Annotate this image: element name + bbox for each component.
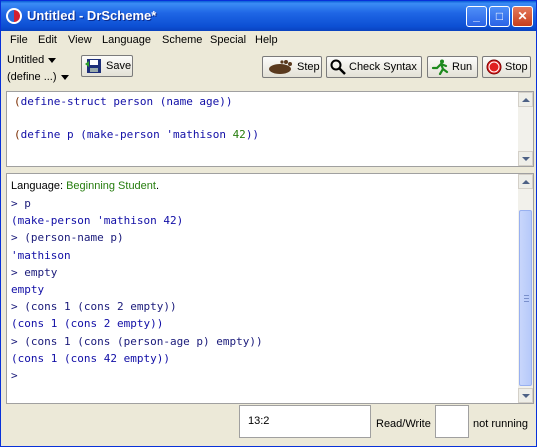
define-dropdown[interactable]: (define ...) — [7, 71, 69, 83]
step-button[interactable]: Step — [262, 56, 322, 78]
maximize-button[interactable]: □ — [489, 6, 510, 27]
interactions-scrollbar[interactable] — [518, 174, 533, 403]
repl-input-line: > — [11, 368, 18, 382]
check-syntax-button[interactable]: Check Syntax — [326, 56, 422, 78]
repl-output-line: (make-person 'mathison 42) — [11, 214, 184, 228]
cursor-position: 13:2 — [239, 405, 371, 438]
read-write-status: Read/Write — [376, 418, 431, 430]
grip-line — [524, 301, 529, 302]
repl-input-line: > empty — [11, 265, 58, 279]
menu-file[interactable]: File — [10, 34, 28, 46]
running-status: not running — [473, 418, 529, 430]
stop-button[interactable]: Stop — [482, 56, 531, 78]
keyword: define-struct — [20, 95, 107, 108]
paren: ( — [14, 128, 21, 141]
language-name: Beginning Student — [66, 180, 156, 192]
repl-input-line: > (cons 1 (cons 2 empty)) — [11, 300, 177, 314]
grip-line — [524, 295, 529, 296]
menu-special[interactable]: Special — [210, 34, 246, 46]
footprint-icon — [266, 59, 294, 75]
repl-output-line: (cons 1 (cons 2 empty)) — [11, 317, 164, 331]
menu-edit[interactable]: Edit — [38, 34, 57, 46]
drscheme-logo-icon — [6, 8, 22, 24]
definitions-line-2: (define p (make-person 'mathison 42)) — [14, 128, 259, 141]
title-bar[interactable]: Untitled - DrScheme* _ □ ✕ — [1, 1, 536, 31]
window-title: Untitled - DrScheme* — [27, 8, 157, 23]
scroll-down-arrow-icon[interactable] — [518, 151, 533, 166]
drscheme-window: Untitled - DrScheme* _ □ ✕ File Edit Vie… — [0, 0, 537, 447]
interactions-pane[interactable]: Language: Beginning Student. > p (make-pe… — [6, 173, 534, 404]
chevron-down-icon — [48, 57, 57, 63]
keyword: define — [20, 128, 61, 141]
definitions-editor[interactable]: (define-struct person (name age)) (defin… — [6, 91, 534, 167]
gc-indicator — [435, 405, 469, 438]
status-bar: 13:2 Read/Write not running — [1, 405, 536, 446]
menu-help[interactable]: Help — [255, 34, 278, 46]
stop-sign-icon — [486, 59, 502, 75]
save-button-label: Save — [106, 60, 132, 72]
scroll-up-arrow-icon[interactable] — [518, 92, 533, 107]
language-dot: . — [155, 180, 160, 192]
grip-line — [524, 298, 529, 299]
language-line: Language: Beginning Student. — [11, 180, 159, 192]
definitions-scrollbar[interactable] — [518, 92, 533, 166]
scroll-thumb[interactable] — [519, 210, 532, 386]
run-button[interactable]: Run — [427, 56, 478, 78]
repl-input-line: > (cons 1 (cons (person-age p) empty)) — [11, 334, 263, 348]
code-text: )) — [245, 128, 260, 141]
definitions-line-1: (define-struct person (name age)) — [14, 95, 233, 108]
save-button[interactable]: Save — [81, 55, 133, 77]
step-button-label: Step — [297, 61, 320, 73]
repl-input-line: > p — [11, 197, 31, 210]
code-text: person (name age)) — [106, 95, 233, 108]
repl-output-line: 'mathison — [11, 248, 71, 262]
run-button-label: Run — [452, 61, 473, 73]
paren: ( — [14, 95, 21, 108]
file-dropdown-label: Untitled — [7, 54, 45, 66]
toolbar: Untitled (define ...) Save Step Check Sy… — [1, 50, 536, 90]
menu-bar: File Edit View Language Scheme Special H… — [1, 31, 536, 50]
minimize-button[interactable]: _ — [466, 6, 487, 27]
repl-output-line: empty — [11, 282, 45, 296]
file-dropdown[interactable]: Untitled — [7, 54, 57, 66]
menu-language[interactable]: Language — [102, 34, 151, 46]
language-label: Language: — [11, 180, 67, 192]
code-text: p (make-person 'mathison — [60, 128, 233, 141]
scroll-down-arrow-icon[interactable] — [518, 388, 533, 403]
repl-input-line: > (person-name p) — [11, 231, 124, 245]
running-man-icon — [431, 59, 449, 76]
repl-output-line: (cons 1 (cons 42 empty)) — [11, 351, 170, 365]
define-dropdown-label: (define ...) — [7, 71, 57, 83]
menu-view[interactable]: View — [68, 34, 92, 46]
floppy-disk-icon — [85, 58, 103, 74]
menu-scheme[interactable]: Scheme — [162, 34, 202, 46]
number-literal: 42 — [232, 128, 246, 141]
check-syntax-button-label: Check Syntax — [349, 61, 417, 73]
magnifier-icon — [330, 59, 346, 75]
chevron-down-icon — [60, 74, 69, 80]
stop-button-label: Stop — [505, 61, 528, 73]
scroll-up-arrow-icon[interactable] — [518, 174, 533, 189]
close-button[interactable]: ✕ — [512, 6, 533, 27]
repl-transcript: > p (make-person 'mathison 42) > (person-n… — [11, 197, 263, 386]
